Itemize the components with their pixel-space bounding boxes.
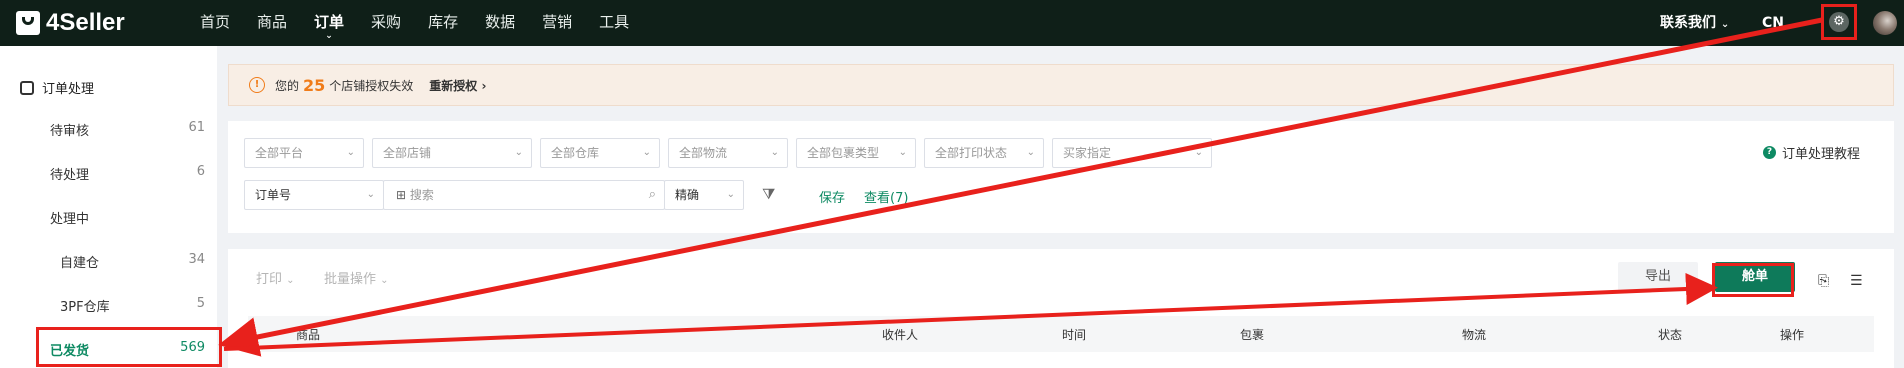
- annotation-arrows: [218, 17, 1823, 357]
